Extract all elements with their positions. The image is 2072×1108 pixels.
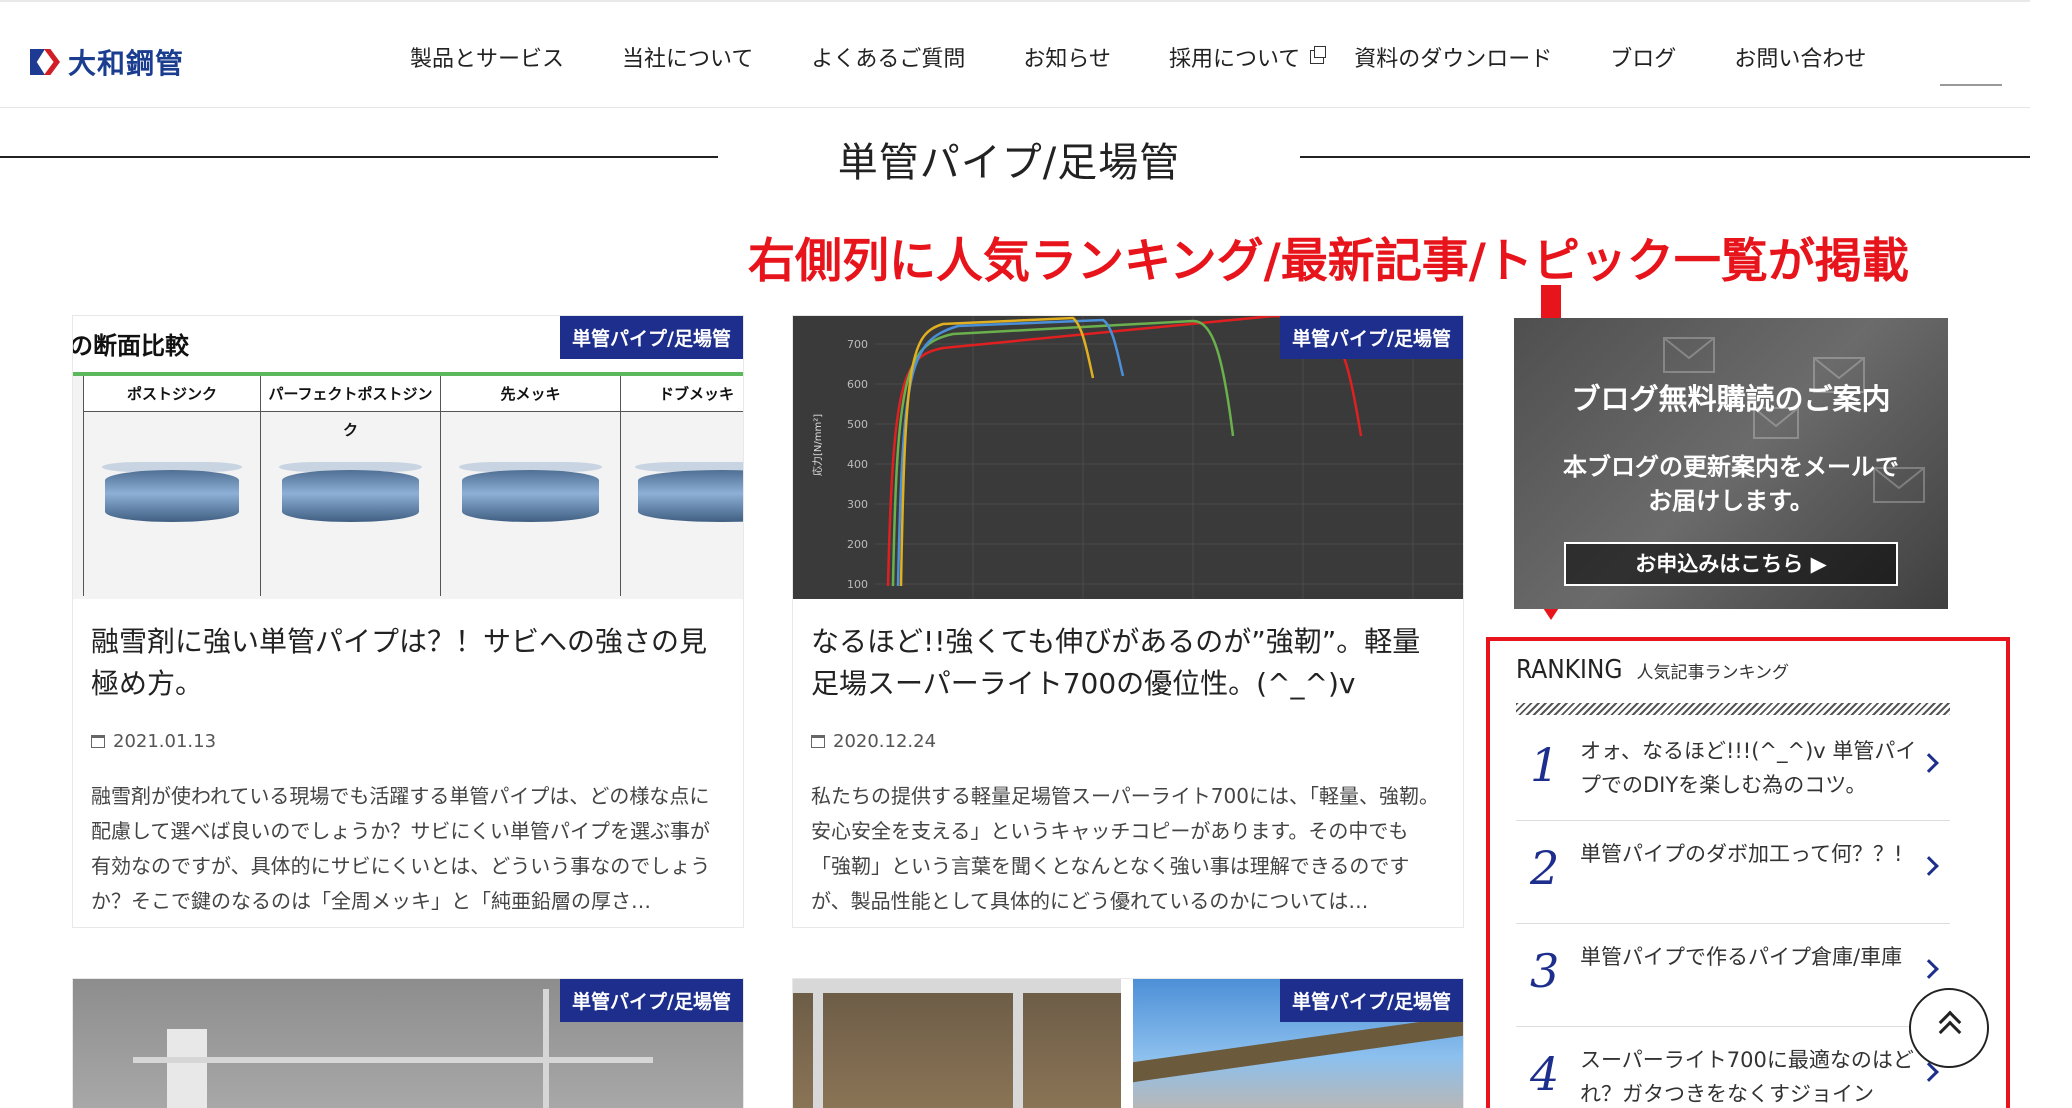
nav-recruit[interactable]: 採用について [1168,41,1327,73]
section-title: 単管パイプ/足場管 [0,130,2030,186]
article-thumbnail[interactable]: 700 600 500 400 300 200 100 応力[N/mm²] 単管… [793,316,1463,599]
rank-number: 1 [1530,738,1560,792]
site-logo[interactable]: 大和鋼管 [30,42,184,82]
site-header: 大和鋼管 製品とサービス 当社について よくあるご質問 お知らせ 採用について … [0,0,2030,108]
article-date: 2020.12.24 [811,731,936,752]
diagram-column-header: ポストジンク [84,376,260,412]
y-tick: 500 [847,418,868,431]
article-card[interactable]: 700 600 500 400 300 200 100 応力[N/mm²] 単管… [792,315,1464,928]
nav-blog[interactable]: ブログ [1610,41,1676,73]
ranking-divider [1516,703,1950,715]
y-axis-label: 応力[N/mm²] [811,414,824,476]
date-text: 2020.12.24 [833,731,937,752]
article-date: 2021.01.13 [91,731,216,752]
chevron-right-icon [1919,959,1939,979]
nav-news[interactable]: お知らせ [1023,41,1111,73]
banner-description: 本ブログの更新案内をメールで お届けします。 [1514,450,1948,518]
rank-title[interactable]: スーパーライト700に最適なのはどれ？ガタつきをなくすジョイン [1580,1043,1920,1107]
ranking-item[interactable]: 4 スーパーライト700に最適なのはどれ？ガタつきをなくすジョイン [1516,1027,1950,1107]
diagram-column: ポストジンク [83,376,261,596]
category-badge[interactable]: 単管パイプ/足場管 [1280,979,1463,1022]
blog-subscription-banner[interactable]: ブログ無料購読のご案内 本ブログの更新案内をメールで お届けします。 お申込みは… [1514,318,1948,609]
chevron-right-icon [1919,753,1939,773]
ranking-title-en: RANKING [1516,655,1623,685]
subscribe-button[interactable]: お申込みはこちら ▶ [1564,542,1898,586]
main-nav: 製品とサービス 当社について よくあるご質問 お知らせ 採用について 資料のダウ… [410,40,1924,74]
nav-products[interactable]: 製品とサービス [410,41,564,73]
category-badge[interactable]: 単管パイプ/足場管 [560,979,743,1022]
y-tick: 400 [847,458,868,471]
rank-title[interactable]: 単管パイプのダボ加工って何？？! [1580,837,1920,871]
rank-number: 2 [1530,841,1560,895]
article-thumbnail[interactable]: 単管パイプ/足場管 [793,979,1463,1108]
chevron-right-icon [1919,856,1939,876]
article-title[interactable]: 融雪剤に強い単管パイプは？！サビへの強さの見極め方。 [91,621,727,705]
ranking-item[interactable]: 3 単管パイプで作るパイプ倉庫/車庫 [1516,924,1950,1027]
annotation-text: 右側列に人気ランキング/最新記事/トピック一覧が掲載 [748,234,1909,289]
category-badge[interactable]: 単管パイプ/足場管 [1280,316,1463,359]
article-card[interactable]: 単管パイプ/足場管 [792,978,1464,1108]
diagram-column: ドブメッキ [621,376,743,596]
calendar-icon [811,735,825,748]
y-tick: 300 [847,498,868,511]
scroll-to-top-button[interactable] [1909,988,1989,1068]
ranking-title-ja: 人気記事ランキング [1636,663,1790,683]
rank-number: 3 [1530,944,1560,998]
article-excerpt: 私たちの提供する軽量足場管スーパーライト700には、「軽量、強靭。安心安全を支え… [811,784,1439,913]
external-link-icon [1310,46,1327,64]
diagram-column-header: 先メッキ [441,376,620,412]
ranking-item[interactable]: 2 単管パイプのダボ加工って何？？! [1516,821,1950,924]
banner-desc-line: お届けします。 [1648,487,1814,515]
nav-contact[interactable]: お問い合わせ [1734,41,1866,73]
diagram-heading: の断面比較 [73,332,189,360]
diagram-column-header: ドブメッキ [621,376,743,412]
nav-faq[interactable]: よくあるご質問 [811,41,965,73]
rank-number: 4 [1530,1047,1560,1101]
rank-title[interactable]: 単管パイプで作るパイプ倉庫/車庫 [1580,940,1920,974]
nav-download[interactable]: 資料のダウンロード [1354,41,1552,73]
diagram-column: パーフェクトポストジンク [261,376,441,596]
ranking-item[interactable]: 1 オォ、なるほど!!!(^_^)v 単管パイプでのDIYを楽しむ為のコツ。 [1516,718,1950,821]
article-thumbnail[interactable]: 単管パイプ/足場管 [73,979,743,1108]
diagram-column-header: パーフェクトポストジンク [261,376,440,439]
section-title-text: 単管パイプ/足場管 [837,140,1181,186]
banner-title: ブログ無料購読のご案内 [1571,382,1891,416]
logo-text: 大和鋼管 [68,47,185,80]
article-card[interactable]: の断面比較 ポストジンク パーフェクトポストジンク 先メッキ ドブメッキ 単管パ… [72,315,744,928]
title-rule-right [1300,156,2030,158]
logo-mark-icon [30,49,60,75]
category-badge[interactable]: 単管パイプ/足場管 [560,316,743,359]
pipe-frame-photo [793,979,1121,1108]
header-top-border [0,0,2030,2]
y-tick: 700 [847,338,868,351]
nav-recruit-label: 採用について [1168,47,1301,72]
title-rule-left [0,156,718,158]
menu-toggle[interactable] [1940,84,2002,86]
diagram-column: 先メッキ [441,376,621,596]
article-title[interactable]: なるほど!!強くても伸びがあるのが”強靭”。軽量足場スーパーライト700の優位性… [811,621,1447,705]
calendar-icon [91,735,105,748]
banner-desc-line: 本ブログの更新案内をメールで [1563,453,1899,481]
nav-about[interactable]: 当社について [622,41,753,73]
article-card[interactable]: 単管パイプ/足場管 [72,978,744,1108]
ranking-header: RANKING 人気記事ランキング [1516,655,1789,685]
rank-title[interactable]: オォ、なるほど!!!(^_^)v 単管パイプでのDIYを楽しむ為のコツ。 [1580,734,1920,802]
article-thumbnail[interactable]: の断面比較 ポストジンク パーフェクトポストジンク 先メッキ ドブメッキ 単管パ… [73,316,743,599]
y-tick: 100 [847,578,868,591]
y-tick: 600 [847,378,868,391]
date-text: 2021.01.13 [113,731,217,752]
y-tick: 200 [847,538,868,551]
article-excerpt: 融雪剤が使われている現場でも活躍する単管パイプは、どの様な点に配慮して選べば良い… [91,784,711,913]
